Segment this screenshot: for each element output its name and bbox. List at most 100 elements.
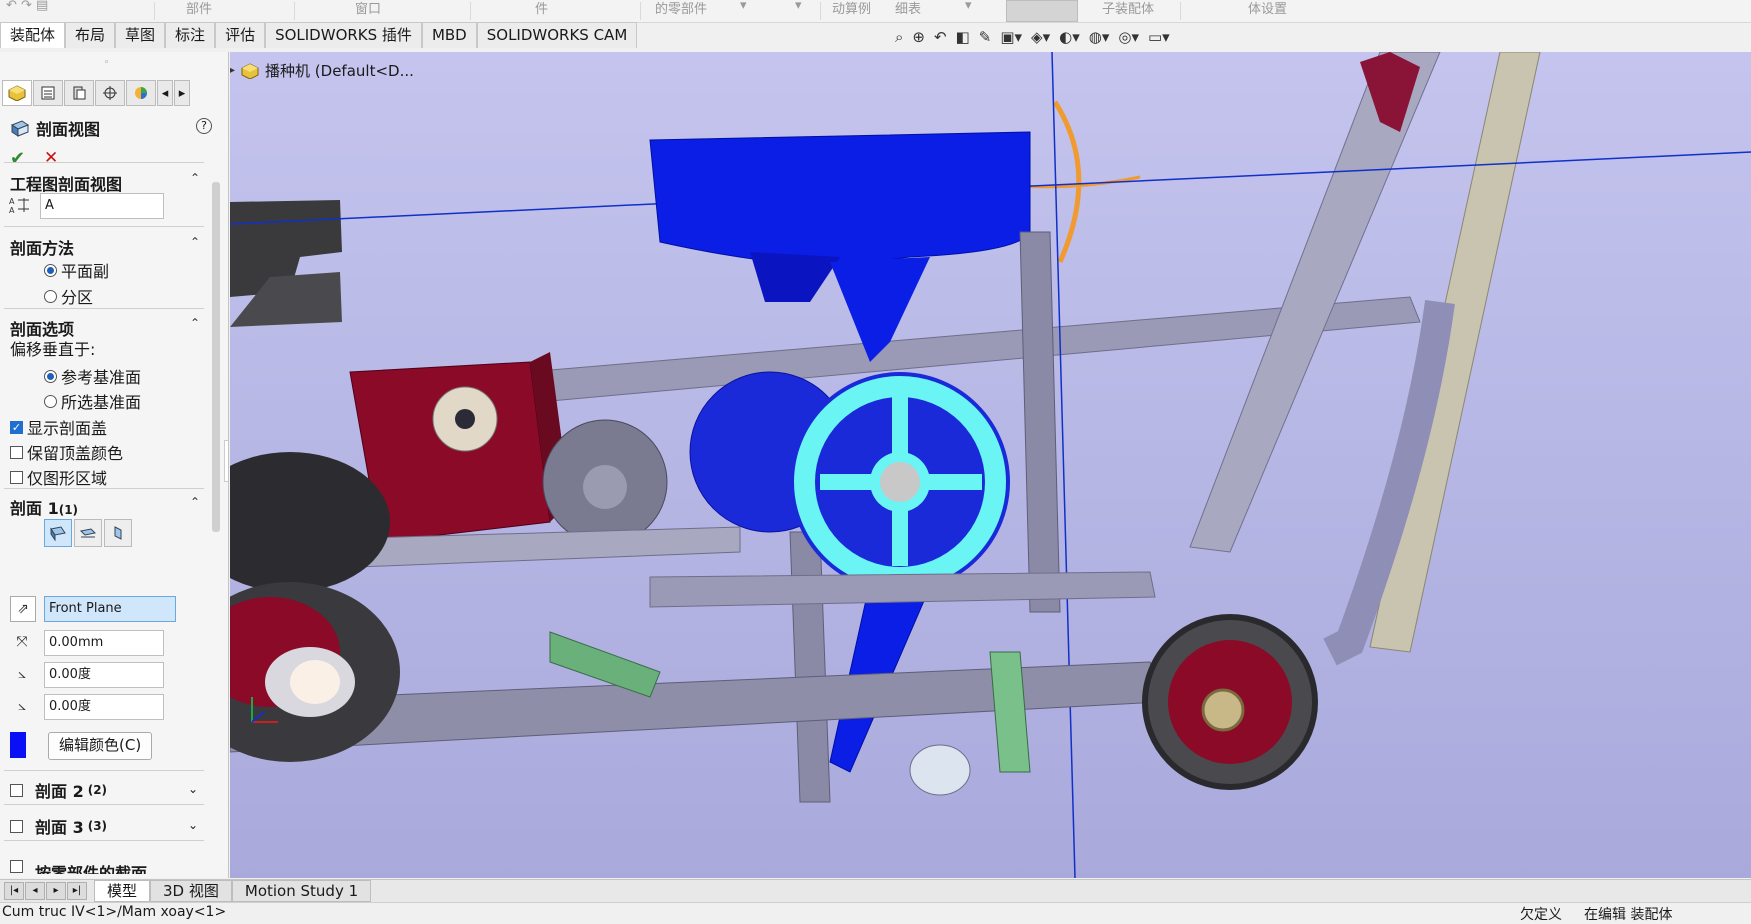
offset-distance-field[interactable]: 0.00mm xyxy=(44,630,164,656)
edit-color-button[interactable]: 编辑颜色(C) xyxy=(48,732,153,760)
front-plane-icon[interactable] xyxy=(44,519,72,547)
right-plane-icon[interactable] xyxy=(104,519,132,547)
expand-arrow-icon[interactable]: ▸ xyxy=(230,65,235,76)
graphics-viewport[interactable]: ▸ 播种机 (Default<D... xyxy=(230,52,1751,878)
prev-tab-icon[interactable]: ◂ xyxy=(25,882,45,900)
zoom-to-area-icon[interactable]: ⊕ xyxy=(912,28,925,46)
checkbox-unchecked[interactable] xyxy=(10,860,23,873)
drawing-section-heading[interactable]: 工程图剖面视图 ⌃ xyxy=(10,171,200,195)
radio-selected[interactable] xyxy=(44,369,57,383)
rotate-x-field[interactable]: 0.00度 xyxy=(44,662,164,688)
display-manager-icon[interactable] xyxy=(126,80,156,106)
feature-manager-icon[interactable] xyxy=(2,80,32,106)
tab-3d-view[interactable]: 3D 视图 xyxy=(150,880,232,902)
collapse-chevron-icon[interactable]: ⌃ xyxy=(190,235,200,249)
rotate-y-field[interactable]: 0.00度 xyxy=(44,694,164,720)
section-by-component-checkbox[interactable]: 按零部件的截面 xyxy=(10,860,147,874)
dynamic-annotation-icon[interactable]: ✎ xyxy=(979,28,992,46)
checkbox-unchecked[interactable] xyxy=(10,819,23,833)
tab-motion-study[interactable]: Motion Study 1 xyxy=(231,880,372,902)
tab-evaluate[interactable]: 评估 xyxy=(215,22,266,48)
graphics-only-checkbox[interactable]: 仅图形区域 xyxy=(10,465,107,489)
tab-addins[interactable]: SOLIDWORKS 插件 xyxy=(265,22,422,48)
dropdown-arrow-icon[interactable]: ▾ xyxy=(740,0,747,13)
help-icon[interactable]: ? xyxy=(196,118,212,134)
ribbon-label-parts[interactable]: 部件 xyxy=(186,0,212,17)
undo-icon[interactable]: ↶ ↷ ▤ xyxy=(6,0,48,13)
tab-markup[interactable]: 标注 xyxy=(165,22,216,48)
dimxpert-icon[interactable] xyxy=(95,80,125,106)
reverse-direction-icon[interactable]: ⇗ xyxy=(10,596,36,622)
ribbon-label-components[interactable]: 的零部件 xyxy=(655,0,707,17)
offset-selected-plane-radio[interactable]: 所选基准面 xyxy=(44,389,141,413)
method-zonal-radio[interactable]: 分区 xyxy=(44,284,93,308)
ribbon-label-settings[interactable]: 体设置 xyxy=(1248,0,1287,17)
edit-appearance-icon[interactable]: ◍▾ xyxy=(1089,28,1110,46)
section-method-heading-label: 剖面方法 xyxy=(10,239,75,258)
configuration-manager-icon[interactable] xyxy=(64,80,94,106)
ribbon-label-motion-study[interactable]: 动算例 xyxy=(832,0,871,17)
previous-view-icon[interactable]: ↶ xyxy=(934,28,947,46)
radio-unselected[interactable] xyxy=(44,289,57,303)
divider xyxy=(4,226,204,227)
tab-mbd[interactable]: MBD xyxy=(421,22,477,48)
cancel-x-icon[interactable]: ✕ xyxy=(44,148,58,168)
first-tab-icon[interactable]: |◂ xyxy=(4,882,24,900)
radio-unselected[interactable] xyxy=(44,394,57,408)
zoom-to-fit-icon[interactable]: ⌕ xyxy=(895,28,903,46)
keep-cap-color-checkbox[interactable]: 保留顶盖颜色 xyxy=(10,440,123,464)
display-style-icon[interactable]: ◈▾ xyxy=(1031,28,1050,46)
ribbon-label-bom[interactable]: 细表 xyxy=(895,0,921,17)
tab-assembly[interactable]: 装配体 xyxy=(0,22,66,48)
cap-color-swatch xyxy=(10,732,26,758)
expand-chevron-icon[interactable]: ⌄ xyxy=(188,782,198,796)
tab-cam[interactable]: SOLIDWORKS CAM xyxy=(476,22,638,48)
ribbon-label-subassembly[interactable]: 子装配体 xyxy=(1102,0,1154,17)
checkbox-unchecked[interactable] xyxy=(10,470,23,484)
ribbon-separator xyxy=(1180,2,1181,20)
property-manager-icon[interactable] xyxy=(33,80,63,106)
ribbon-label-piece[interactable]: 件 xyxy=(535,0,548,17)
top-plane-icon[interactable] xyxy=(74,519,102,547)
show-section-cap-checkbox[interactable]: ✓ 显示剖面盖 xyxy=(10,415,107,439)
section1-count: (1) xyxy=(58,503,79,517)
dropdown-arrow-icon[interactable]: ▾ xyxy=(795,0,802,13)
view-orientation-icon[interactable]: ▣▾ xyxy=(1000,28,1022,46)
tab-layout[interactable]: 布局 xyxy=(65,22,116,48)
panel-collapse-handle[interactable]: › xyxy=(224,440,228,482)
hide-show-icon[interactable]: ◐▾ xyxy=(1059,28,1080,46)
checkbox-unchecked[interactable] xyxy=(10,783,23,797)
offset-reference-plane-radio[interactable]: 参考基准面 xyxy=(44,364,141,388)
next-tab-icon[interactable]: ▸ xyxy=(46,882,66,900)
section3-checkbox[interactable]: 剖面 3 (3) xyxy=(10,814,107,838)
panel-grip-icon[interactable]: ◦ xyxy=(104,58,109,68)
section1-heading[interactable]: 剖面 1(1) ⌃ xyxy=(10,495,200,519)
section-method-heading[interactable]: 剖面方法 ⌃ xyxy=(10,235,200,259)
tab-sketch[interactable]: 草图 xyxy=(115,22,166,48)
section-name-field[interactable]: A xyxy=(40,193,164,219)
feature-tree-root[interactable]: ▸ 播种机 (Default<D... xyxy=(230,60,414,81)
chevron-right-icon[interactable]: ▸ xyxy=(174,80,190,106)
ribbon-highlight-button[interactable] xyxy=(1006,0,1078,22)
expand-chevron-icon[interactable]: ⌄ xyxy=(188,818,198,832)
apply-scene-icon[interactable]: ◎▾ xyxy=(1118,28,1139,46)
collapse-chevron-icon[interactable]: ⌃ xyxy=(190,495,200,509)
dropdown-arrow-icon[interactable]: ▾ xyxy=(965,0,972,13)
ok-check-icon[interactable]: ✔ xyxy=(10,148,25,169)
section-view-toolbar-icon[interactable]: ◧ xyxy=(956,28,970,46)
view-settings-icon[interactable]: ▭▾ xyxy=(1148,28,1170,46)
chevron-left-icon[interactable]: ◂ xyxy=(157,80,173,106)
section2-checkbox[interactable]: 剖面 2 (2) xyxy=(10,778,107,802)
radio-selected[interactable] xyxy=(44,263,57,277)
last-tab-icon[interactable]: ▸| xyxy=(67,882,87,900)
collapse-chevron-icon[interactable]: ⌃ xyxy=(190,171,200,185)
tab-model[interactable]: 模型 xyxy=(94,880,151,902)
collapse-chevron-icon[interactable]: ⌃ xyxy=(190,316,200,330)
section-plane-field[interactable]: Front Plane xyxy=(44,596,176,622)
panel-scrollbar[interactable] xyxy=(212,182,220,532)
ribbon-label-window[interactable]: 窗口 xyxy=(355,0,381,17)
method-planar-radio[interactable]: 平面副 xyxy=(44,258,109,282)
svg-text:A: A xyxy=(9,197,15,206)
checkbox-unchecked[interactable] xyxy=(10,445,23,459)
checkbox-checked[interactable]: ✓ xyxy=(10,420,23,434)
